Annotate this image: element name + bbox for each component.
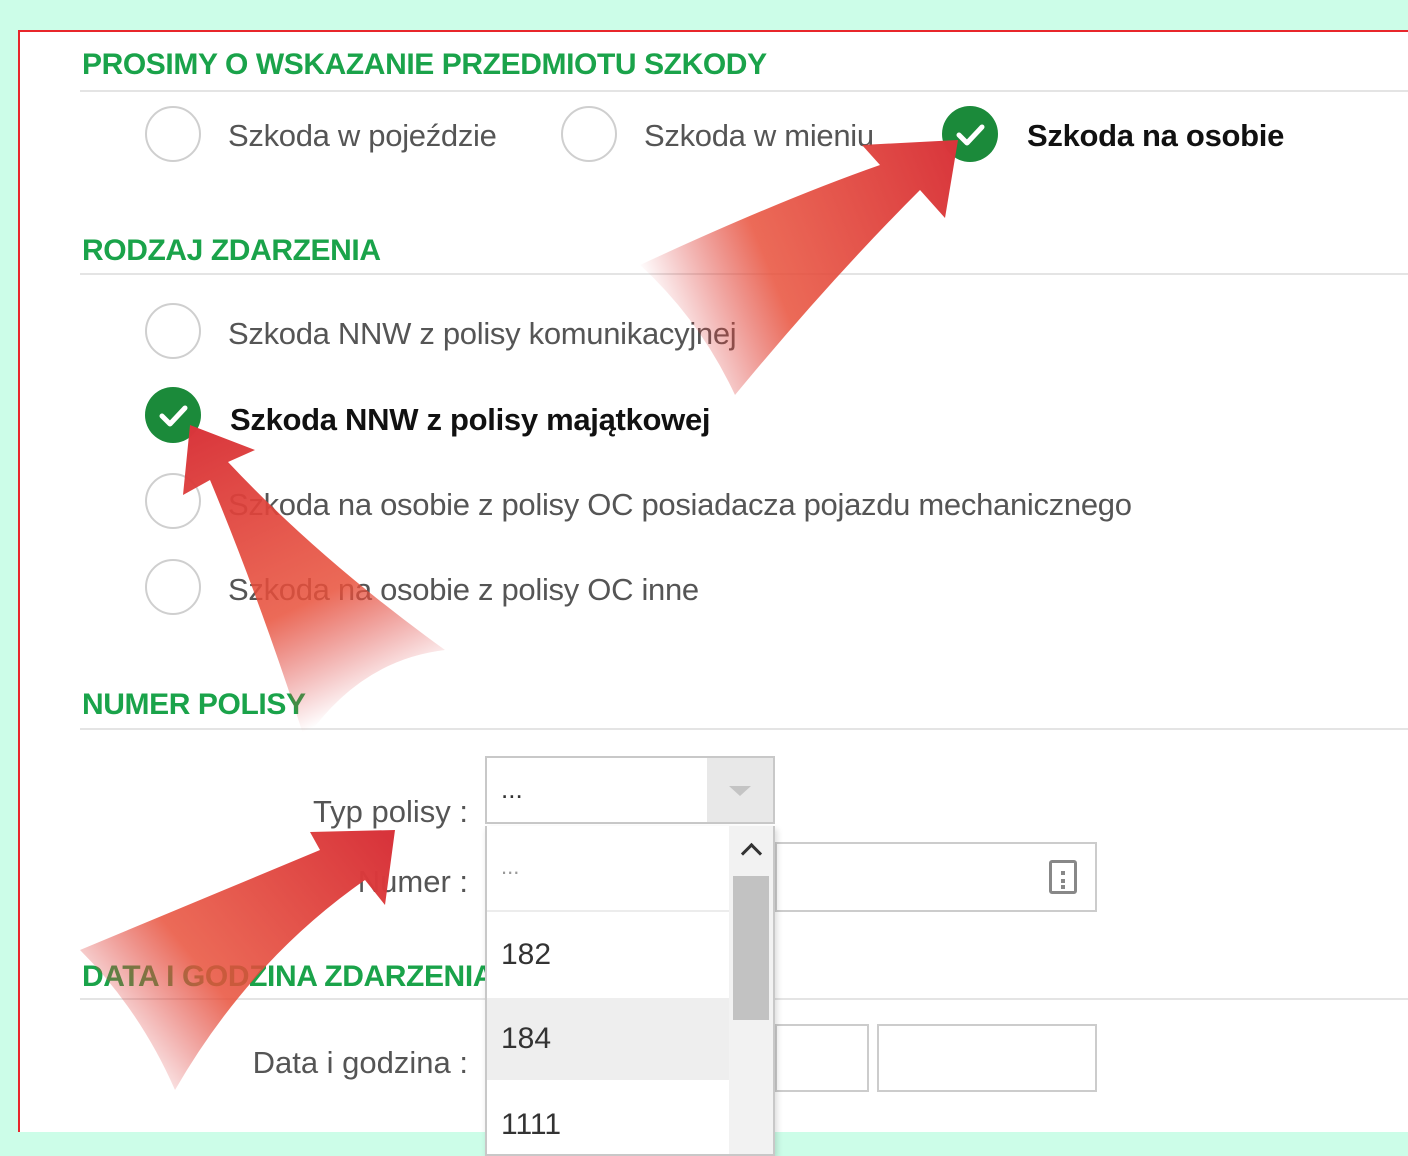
dropdown-option[interactable]: ... bbox=[487, 826, 729, 912]
divider bbox=[80, 90, 1408, 92]
time-input[interactable] bbox=[877, 1024, 1097, 1092]
section-title-subject: PROSIMY O WSKAZANIE PRZEDMIOTU SZKODY bbox=[82, 48, 767, 81]
select-value: ... bbox=[501, 774, 523, 804]
radio-label: Szkoda na osobie bbox=[1027, 118, 1285, 153]
scroll-thumb[interactable] bbox=[733, 876, 769, 1020]
radio-button-checked[interactable] bbox=[145, 387, 201, 443]
select-toggle[interactable] bbox=[707, 758, 773, 822]
radio-button[interactable] bbox=[145, 473, 201, 529]
divider bbox=[80, 728, 1408, 730]
radio-button[interactable] bbox=[145, 303, 201, 359]
date-input[interactable] bbox=[775, 1024, 869, 1092]
scroll-up-icon[interactable] bbox=[729, 826, 773, 872]
policy-type-label: Typ polisy : bbox=[312, 794, 468, 829]
radio-button[interactable] bbox=[145, 106, 201, 162]
dropdown-option-hovered[interactable]: 184 bbox=[487, 998, 729, 1080]
divider bbox=[80, 273, 1408, 275]
policy-type-select[interactable]: ... bbox=[485, 756, 775, 824]
dropdown-scrollbar[interactable] bbox=[729, 826, 773, 1154]
date-time-label: Data i godzina : bbox=[252, 1045, 468, 1080]
checkmark-icon bbox=[956, 124, 985, 146]
radio-button-checked[interactable] bbox=[942, 106, 998, 162]
section-title-policy-number: NUMER POLISY bbox=[82, 688, 306, 721]
policy-number-input[interactable] bbox=[775, 842, 1097, 912]
radio-label: Szkoda NNW z polisy komunikacyjnej bbox=[228, 316, 737, 351]
section-title-date-time: DATA I GODZINA ZDARZENIA bbox=[82, 960, 495, 993]
policy-type-dropdown-list[interactable]: ... 182 184 1111 bbox=[485, 826, 775, 1156]
claim-form-panel: PROSIMY O WSKAZANIE PRZEDMIOTU SZKODY Sz… bbox=[18, 30, 1408, 1156]
radio-label: Szkoda w pojeździe bbox=[228, 118, 497, 153]
dropdown-option[interactable]: 1111 bbox=[487, 1084, 729, 1154]
radio-button[interactable] bbox=[561, 106, 617, 162]
radio-label: Szkoda NNW z polisy majątkowej bbox=[230, 402, 711, 437]
radio-label: Szkoda w mieniu bbox=[644, 118, 874, 153]
radio-label: Szkoda na osobie z polisy OC posiadacza … bbox=[228, 487, 1132, 522]
section-title-event-type: RODZAJ ZDARZENIA bbox=[82, 234, 381, 267]
policy-number-label: Numer : bbox=[357, 864, 468, 899]
calculator-icon[interactable] bbox=[1049, 860, 1077, 894]
checkmark-icon bbox=[159, 405, 188, 427]
radio-label: Szkoda na osobie z polisy OC inne bbox=[228, 572, 699, 607]
dropdown-option[interactable]: 182 bbox=[487, 914, 729, 996]
chevron-down-icon bbox=[729, 786, 751, 796]
radio-button[interactable] bbox=[145, 559, 201, 615]
